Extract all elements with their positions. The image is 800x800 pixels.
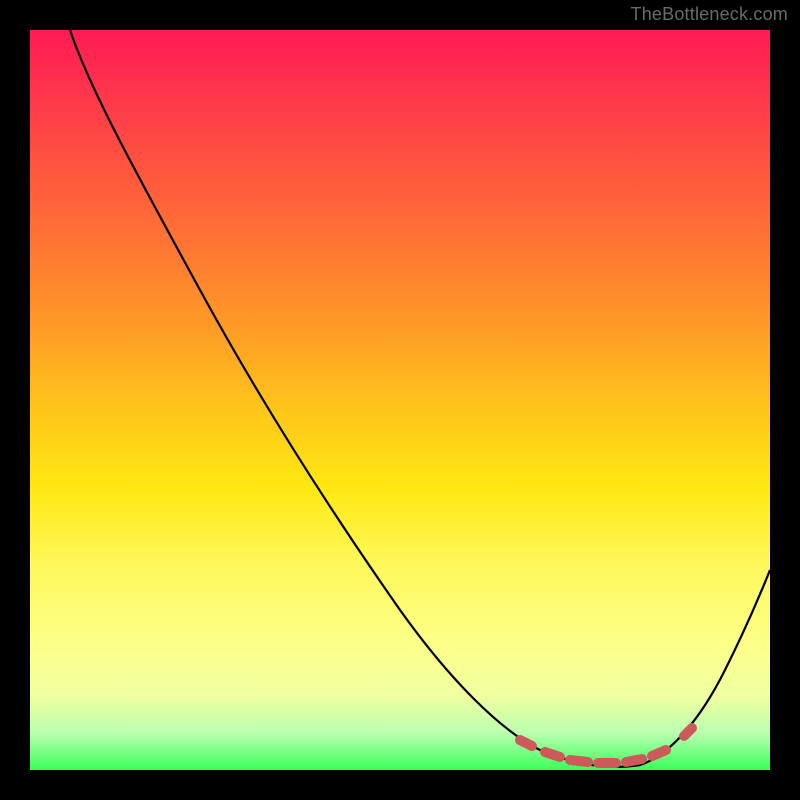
watermark-label: TheBottleneck.com [631,4,788,25]
bottleneck-curve [70,30,770,767]
chart-svg [30,30,770,770]
plot-area [30,30,770,770]
optimal-zone-markers [520,728,692,763]
chart-frame: TheBottleneck.com [0,0,800,800]
